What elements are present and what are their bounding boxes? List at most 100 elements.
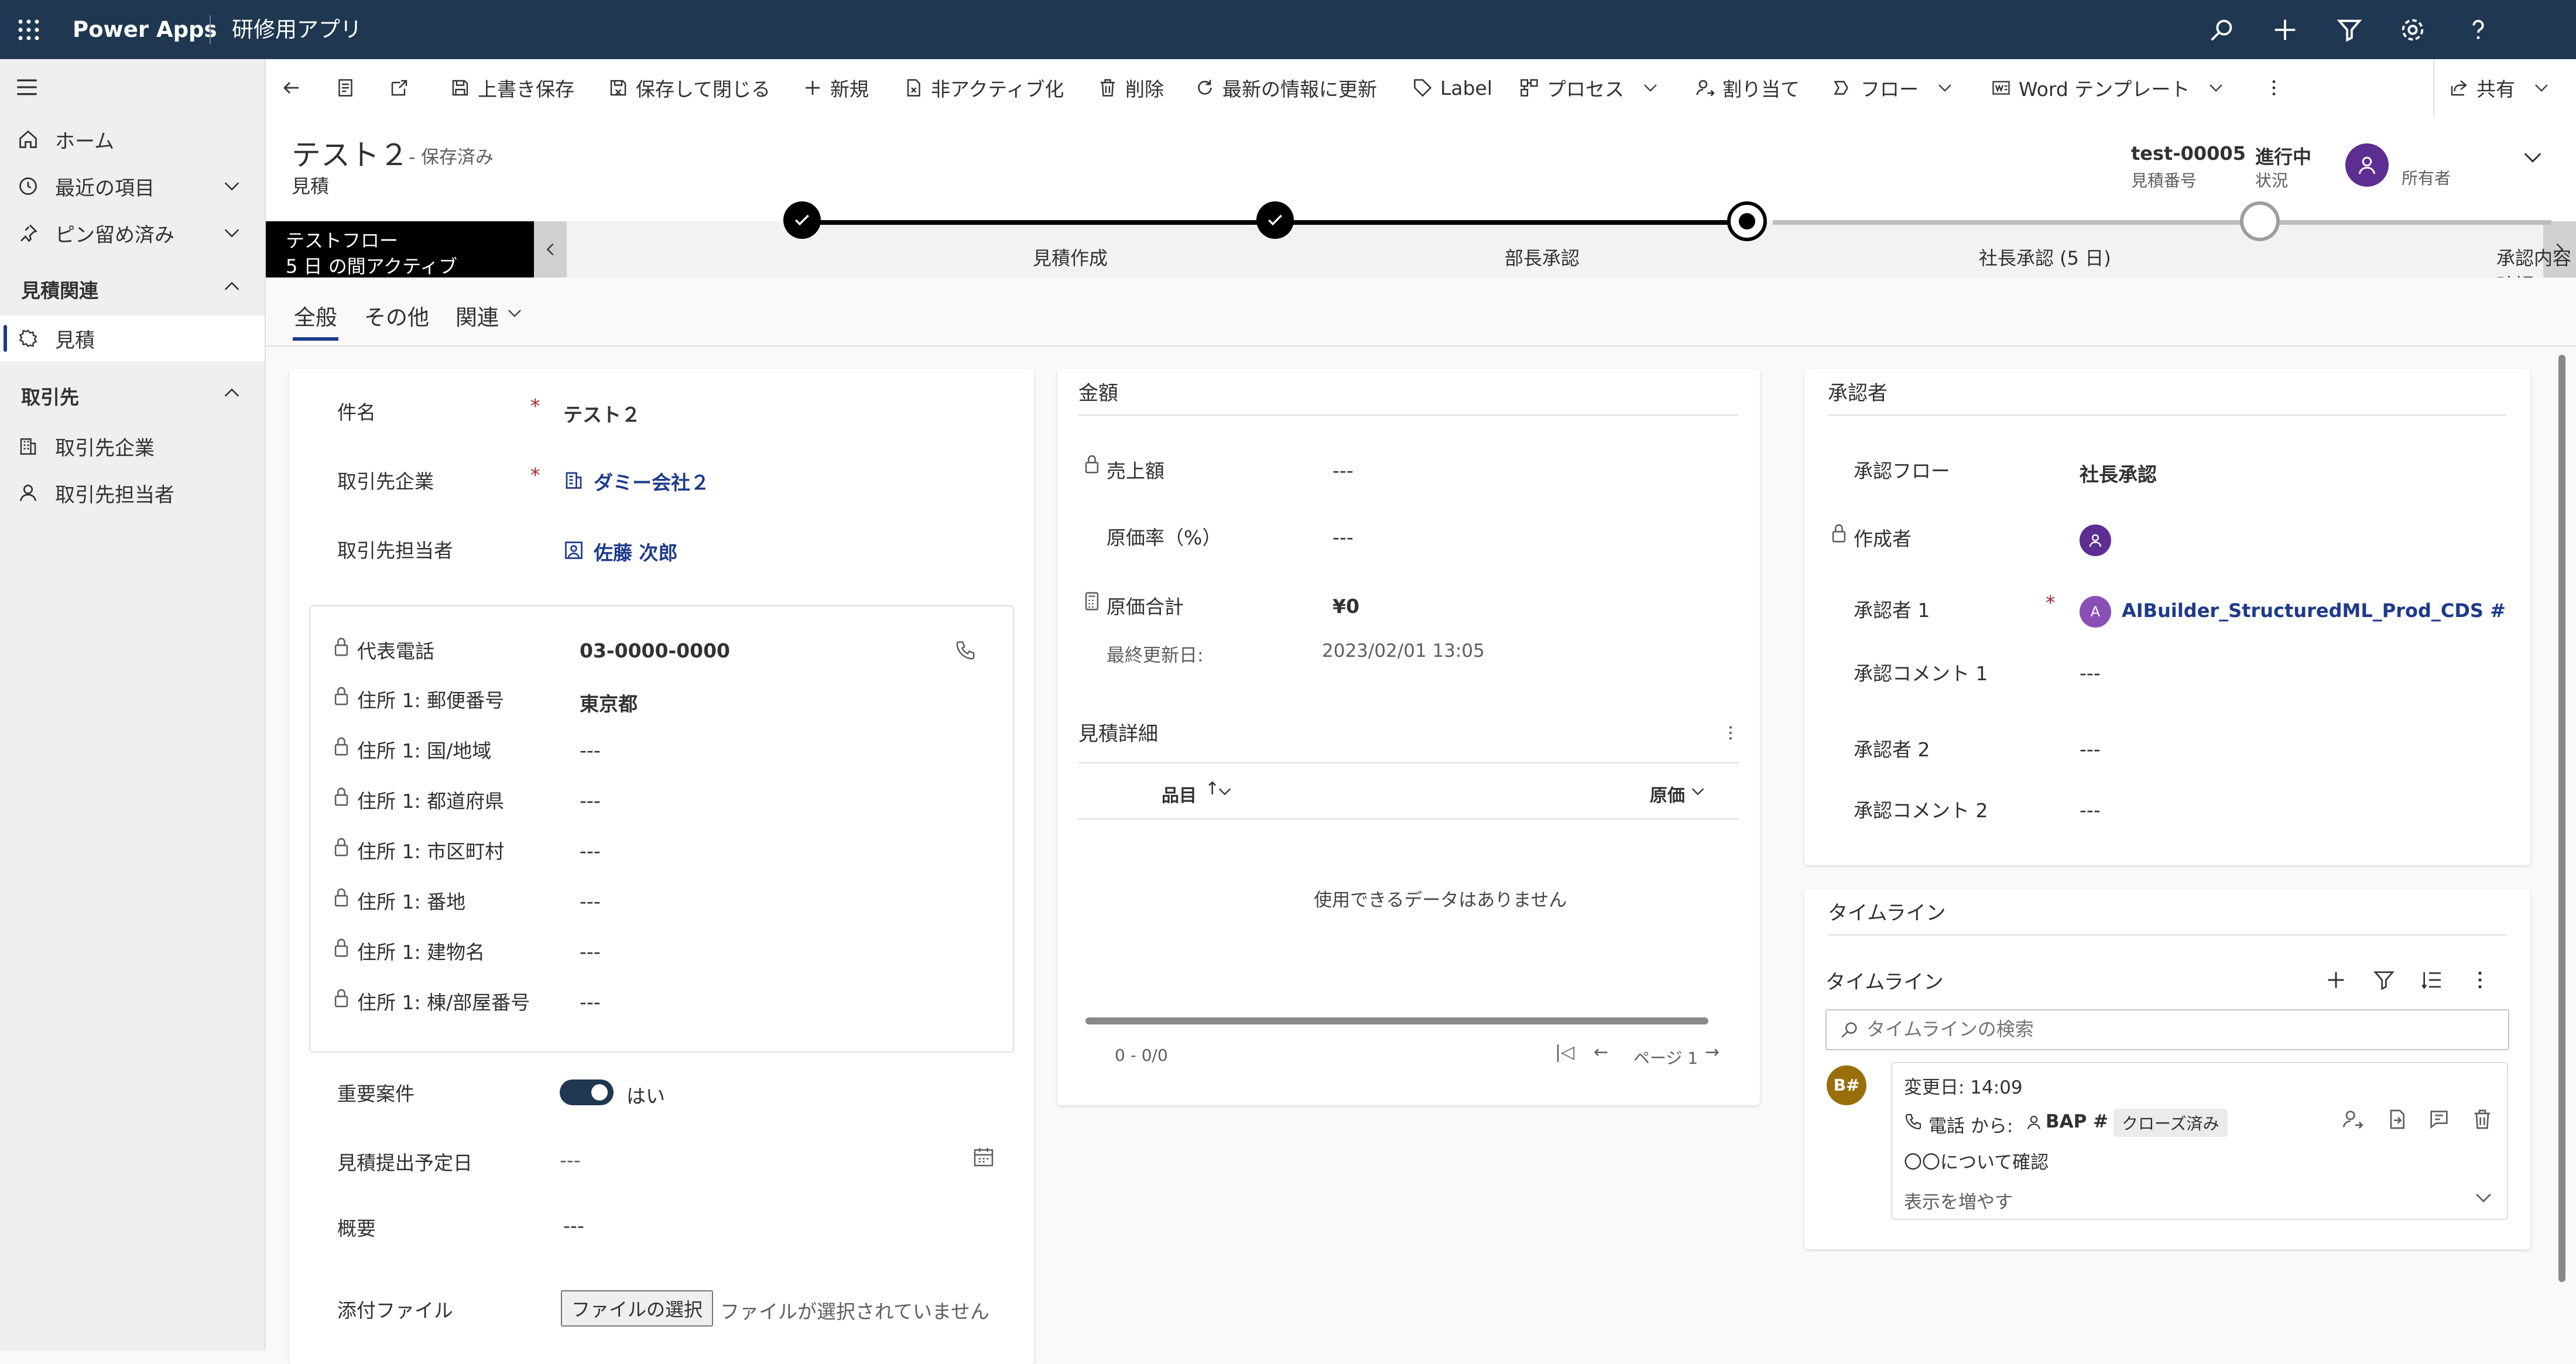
sidebar-item-recent[interactable]: 最近の項目: [0, 163, 265, 209]
new-button[interactable]: 新規: [802, 59, 869, 116]
flow-button[interactable]: フロー: [1832, 59, 1961, 116]
timeline-search-box[interactable]: [1825, 1009, 2509, 1050]
tab-general[interactable]: 全般: [294, 300, 337, 331]
deactivate-button[interactable]: 非アクティブ化: [903, 59, 1064, 116]
trash-icon[interactable]: [2471, 1108, 2494, 1131]
tab-other[interactable]: その他: [364, 300, 429, 331]
chevron-up-icon[interactable]: [220, 276, 244, 296]
summary-value[interactable]: ---: [563, 1214, 584, 1237]
timeline-subject[interactable]: 〇〇について確認: [1904, 1147, 2049, 1174]
bpf-flow-box[interactable]: テストフロー 5 日 の間アクティブ: [266, 221, 534, 277]
search-icon[interactable]: [2208, 16, 2235, 43]
delete-button[interactable]: 削除: [1097, 59, 1164, 116]
due-date-value[interactable]: ---: [560, 1149, 581, 1171]
first-page-icon[interactable]: |◁: [1555, 1042, 1574, 1063]
sidebar-item-pinned[interactable]: ピン留め済み: [0, 210, 265, 256]
assign-button[interactable]: 割り当て: [1694, 59, 1800, 116]
gear-icon[interactable]: [2399, 16, 2426, 43]
bpf-stage-label[interactable]: 社長承認 (5 日): [1979, 244, 2111, 270]
approver2-value[interactable]: ---: [2080, 738, 2101, 760]
refresh-button[interactable]: 最新の情報に更新: [1194, 59, 1377, 116]
more-vertical-icon[interactable]: [2468, 968, 2492, 992]
timeline-search-input[interactable]: [1865, 1015, 2500, 1043]
app-title[interactable]: 研修用アプリ: [232, 0, 362, 59]
owner-avatar[interactable]: [2345, 143, 2389, 187]
label-button[interactable]: Label: [1412, 59, 1492, 116]
horizontal-scrollbar[interactable]: [1085, 1017, 1708, 1024]
plus-icon[interactable]: [2324, 968, 2348, 992]
important-toggle[interactable]: [560, 1079, 614, 1105]
plus-icon[interactable]: [2272, 16, 2298, 43]
subject-value[interactable]: テスト２: [563, 399, 640, 427]
street-value[interactable]: ---: [580, 890, 601, 913]
filter-icon[interactable]: [2336, 16, 2363, 43]
file-select-button[interactable]: ファイルの選択: [561, 1290, 713, 1327]
product-name[interactable]: Power Apps: [73, 0, 217, 59]
bpf-stage-marker-done[interactable]: [1256, 201, 1294, 239]
sidebar-item-contact[interactable]: 取引先担当者: [0, 470, 265, 516]
cost-rate-value[interactable]: ---: [1332, 526, 1354, 549]
sidebar-item-home[interactable]: ホーム: [0, 116, 265, 162]
back-button[interactable]: [281, 59, 309, 116]
approval-flow-value[interactable]: 社長承認: [2080, 459, 2157, 487]
chevron-down-icon[interactable]: [1217, 783, 1233, 800]
sales-value[interactable]: ---: [1332, 459, 1354, 482]
timeline-author[interactable]: BAP #: [2046, 1111, 2108, 1132]
building-value[interactable]: ---: [580, 940, 601, 963]
bpf-prev-button[interactable]: [534, 221, 567, 277]
state-value[interactable]: ---: [580, 789, 601, 812]
hamburger-icon[interactable]: [15, 77, 39, 98]
cost-total-value[interactable]: ¥0: [1332, 595, 1359, 618]
chevron-up-icon[interactable]: [220, 383, 244, 403]
timeline-record[interactable]: 変更日: 14:09 電話 から: BAP # クローズ済み 〇〇について確認 …: [1891, 1062, 2508, 1220]
calendar-icon[interactable]: [972, 1145, 995, 1168]
country-value[interactable]: ---: [580, 739, 601, 762]
bpf-stage-marker-todo[interactable]: [2240, 201, 2280, 241]
share-button[interactable]: 共有: [2448, 59, 2557, 116]
chevron-down-icon[interactable]: [2521, 146, 2544, 169]
approver1-link[interactable]: AIBuilder_StructuredML_Prod_CDS #: [2122, 599, 2506, 622]
help-icon[interactable]: [2465, 16, 2492, 43]
room-value[interactable]: ---: [580, 991, 601, 1013]
chevron-down-icon[interactable]: [220, 176, 244, 196]
app-launcher-icon[interactable]: [16, 18, 41, 42]
comment2-value[interactable]: ---: [2080, 798, 2101, 821]
bpf-stage-marker-done[interactable]: [783, 201, 821, 239]
comment1-value[interactable]: ---: [2080, 662, 2101, 684]
prev-page-icon[interactable]: ←: [1594, 1042, 1608, 1063]
word-template-button[interactable]: Word テンプレート: [1991, 59, 2232, 116]
chevron-down-icon[interactable]: [2473, 1187, 2494, 1208]
city-value[interactable]: ---: [580, 839, 601, 862]
bpf-stage-label[interactable]: 部長承認: [1505, 244, 1580, 270]
next-page-icon[interactable]: →: [1705, 1042, 1719, 1063]
timeline-author-avatar[interactable]: B#: [1827, 1065, 1866, 1105]
save-button[interactable]: 上書き保存: [450, 59, 574, 116]
zip-value[interactable]: 東京都: [580, 688, 638, 717]
note-icon[interactable]: [2427, 1108, 2451, 1131]
open-record-icon[interactable]: [2385, 1108, 2409, 1131]
save-close-button[interactable]: 保存して閉じる: [608, 59, 770, 116]
more-vertical-icon[interactable]: [1721, 722, 1740, 743]
sidebar-group-quote[interactable]: 見積関連: [0, 266, 265, 307]
phone-value[interactable]: 03-0000-0000: [580, 639, 730, 662]
chevron-down-icon[interactable]: [220, 223, 244, 243]
page-scrollbar[interactable]: [2558, 355, 2565, 1282]
open-new-window-button[interactable]: [389, 59, 417, 116]
filter-icon[interactable]: [2372, 968, 2396, 992]
sidebar-item-quote[interactable]: 見積: [0, 316, 265, 361]
phone-icon[interactable]: [954, 639, 977, 662]
creator-avatar[interactable]: [2080, 525, 2111, 556]
bpf-stage-marker-current[interactable]: [1727, 201, 1767, 241]
sidebar-item-account[interactable]: 取引先企業: [0, 423, 265, 469]
approver1-avatar[interactable]: A: [2080, 596, 2111, 628]
bpf-stage-label[interactable]: 見積作成: [1033, 244, 1108, 270]
form-view-button[interactable]: [335, 59, 363, 116]
chevron-down-icon[interactable]: [1690, 783, 1706, 800]
process-button[interactable]: プロセス: [1519, 59, 1666, 116]
chevron-down-icon[interactable]: [506, 304, 523, 322]
contact-link[interactable]: 佐藤 次郎: [594, 537, 678, 566]
account-link[interactable]: ダミー会社２: [594, 467, 710, 495]
tab-related[interactable]: 関連: [455, 300, 499, 331]
more-commands-button[interactable]: [2263, 59, 2291, 116]
column-header-item[interactable]: 品目: [1162, 781, 1197, 807]
